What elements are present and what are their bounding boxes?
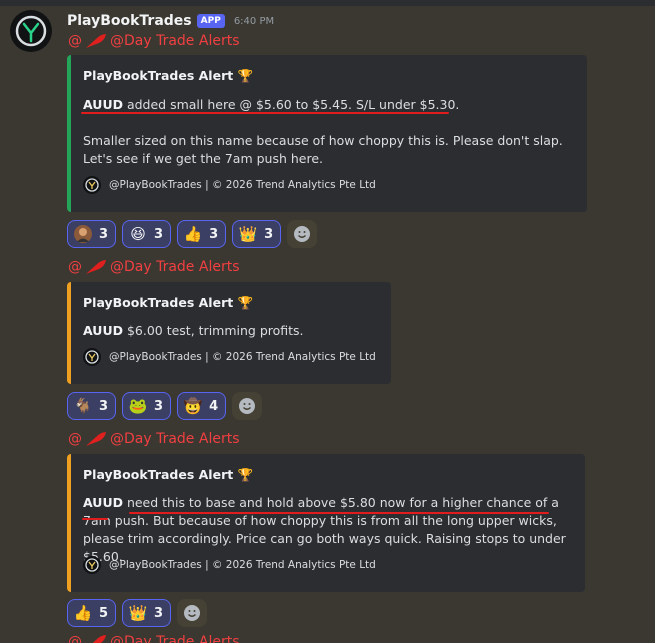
- reaction-thumbs-up[interactable]: 👍 3: [177, 220, 227, 248]
- alert-embed: PlayBookTrades Alert 🏆 AUUD need this to…: [67, 454, 585, 592]
- trophy-icon: 🏆: [237, 295, 254, 310]
- crown-emoji-icon: 👑: [128, 603, 148, 622]
- reaction-count: 3: [154, 605, 164, 621]
- cowboy-emoji-icon: 🤠: [183, 396, 203, 415]
- embed-title-text: PlayBookTrades Alert: [83, 68, 234, 83]
- top-bar: [0, 0, 655, 6]
- embed-footer: @PlayBookTrades | © 2026 Trend Analytics…: [83, 347, 376, 367]
- red-underline-annotation: [81, 112, 449, 114]
- message-header: PlayBookTrades APP 6:40 PM: [67, 11, 274, 31]
- ticker: AUUD: [83, 323, 123, 338]
- goat-emoji-icon: 🐐: [73, 396, 93, 415]
- reaction-count: 3: [154, 398, 164, 414]
- at-sign: @: [68, 431, 82, 447]
- feather-icon: [86, 260, 106, 274]
- feather-icon: [86, 34, 106, 48]
- reaction-crown[interactable]: 👑 3: [232, 220, 282, 248]
- reaction-count: 3: [99, 398, 109, 414]
- smiley-add-icon: [184, 605, 201, 621]
- playbooktrades-logo-icon: [15, 15, 47, 47]
- add-reaction-button[interactable]: [177, 599, 208, 627]
- role-mention-cutoff[interactable]: @ @Day Trade Alerts: [68, 634, 240, 643]
- trophy-icon: 🏆: [237, 467, 254, 482]
- thumbs-up-emoji-icon: 👍: [73, 603, 93, 622]
- reaction-count: 3: [264, 226, 274, 242]
- person-avatar-emoji-icon: [73, 224, 93, 244]
- role-mention[interactable]: @ @Day Trade Alerts: [68, 257, 240, 277]
- ticker: AUUD: [83, 97, 123, 112]
- at-sign: @: [68, 33, 82, 49]
- alert-embed: PlayBookTrades Alert 🏆 AUUD $6.00 test, …: [67, 282, 391, 384]
- smiley-add-icon: [239, 398, 256, 414]
- feather-icon: [92, 635, 106, 643]
- reaction-grin[interactable]: 😆 3: [122, 220, 172, 248]
- embed-title-text: PlayBookTrades Alert: [83, 467, 234, 482]
- reaction-bar: 🐐 3 🐸 3 🤠 4: [67, 392, 263, 420]
- author-name[interactable]: PlayBookTrades: [67, 13, 192, 29]
- footer-logo-icon: [83, 556, 101, 574]
- avatar[interactable]: [10, 10, 52, 52]
- reaction-cowboy[interactable]: 🤠 4: [177, 392, 227, 420]
- mention-label: @Day Trade Alerts: [110, 431, 240, 447]
- reaction-count: 3: [99, 226, 109, 242]
- embed-footer: @PlayBookTrades | © 2026 Trend Analytics…: [83, 555, 376, 575]
- mention-label: @Day Trade Alerts: [110, 33, 240, 49]
- add-reaction-button[interactable]: [287, 220, 318, 248]
- mention-label: @Day Trade Alerts: [110, 634, 240, 643]
- footer-text: @PlayBookTrades | © 2026 Trend Analytics…: [109, 179, 376, 191]
- trophy-icon: 🏆: [237, 68, 254, 83]
- embed-title: PlayBookTrades Alert 🏆: [83, 295, 253, 311]
- alert-embed: PlayBookTrades Alert 🏆 AUUD added small …: [67, 55, 587, 212]
- reaction-count: 3: [209, 226, 219, 242]
- reaction-bar: 3 😆 3 👍 3 👑 3: [67, 220, 318, 248]
- alert-text: need this to base and hold above $5.80 n…: [83, 495, 566, 564]
- reaction-count: 5: [99, 605, 109, 621]
- embed-title-text: PlayBookTrades Alert: [83, 295, 234, 310]
- embed-title: PlayBookTrades Alert 🏆: [83, 467, 253, 483]
- red-underline-annotation: [129, 512, 549, 514]
- reaction-crown[interactable]: 👑 3: [122, 599, 172, 627]
- reaction-count: 4: [209, 398, 219, 414]
- mention-label: @Day Trade Alerts: [110, 259, 240, 275]
- red-underline-annotation: [82, 518, 108, 520]
- alert-text: added small here @ $5.60 to $5.45. S/L u…: [122, 97, 460, 112]
- embed-description: Smaller sized on this name because of ho…: [83, 133, 563, 166]
- reaction-goat[interactable]: 🐐 3: [67, 392, 117, 420]
- timestamp: 6:40 PM: [233, 15, 275, 27]
- at-sign: @: [68, 259, 82, 275]
- frog-emoji-icon: 🐸: [128, 396, 148, 415]
- footer-logo-icon: [83, 348, 101, 366]
- embed-line: AUUD $6.00 test, trimming profits.: [83, 322, 381, 340]
- reaction-person[interactable]: 3: [67, 220, 117, 248]
- embed-title: PlayBookTrades Alert 🏆: [83, 68, 253, 84]
- at-sign: @: [68, 634, 82, 643]
- reaction-thumbs-up[interactable]: 👍 5: [67, 599, 117, 627]
- embed-footer: @PlayBookTrades | © 2026 Trend Analytics…: [83, 175, 376, 195]
- thumbs-up-emoji-icon: 👍: [183, 224, 203, 243]
- alert-text: $6.00 test, trimming profits.: [122, 323, 304, 338]
- grinning-squint-emoji-icon: 😆: [130, 224, 146, 243]
- footer-logo-icon: [83, 176, 101, 194]
- reaction-count: 3: [154, 226, 164, 242]
- footer-text: @PlayBookTrades | © 2026 Trend Analytics…: [109, 559, 376, 571]
- footer-text: @PlayBookTrades | © 2026 Trend Analytics…: [109, 351, 376, 363]
- app-badge: APP: [196, 14, 225, 28]
- reaction-bar: 👍 5 👑 3: [67, 599, 208, 627]
- crown-emoji-icon: 👑: [238, 224, 258, 243]
- feather-icon: [86, 432, 106, 446]
- reaction-frog[interactable]: 🐸 3: [122, 392, 172, 420]
- smiley-add-icon: [294, 226, 311, 242]
- role-mention[interactable]: @ @Day Trade Alerts: [68, 31, 240, 51]
- role-mention[interactable]: @ @Day Trade Alerts: [68, 429, 240, 449]
- ticker: AUUD: [83, 495, 123, 510]
- add-reaction-button[interactable]: [232, 392, 263, 420]
